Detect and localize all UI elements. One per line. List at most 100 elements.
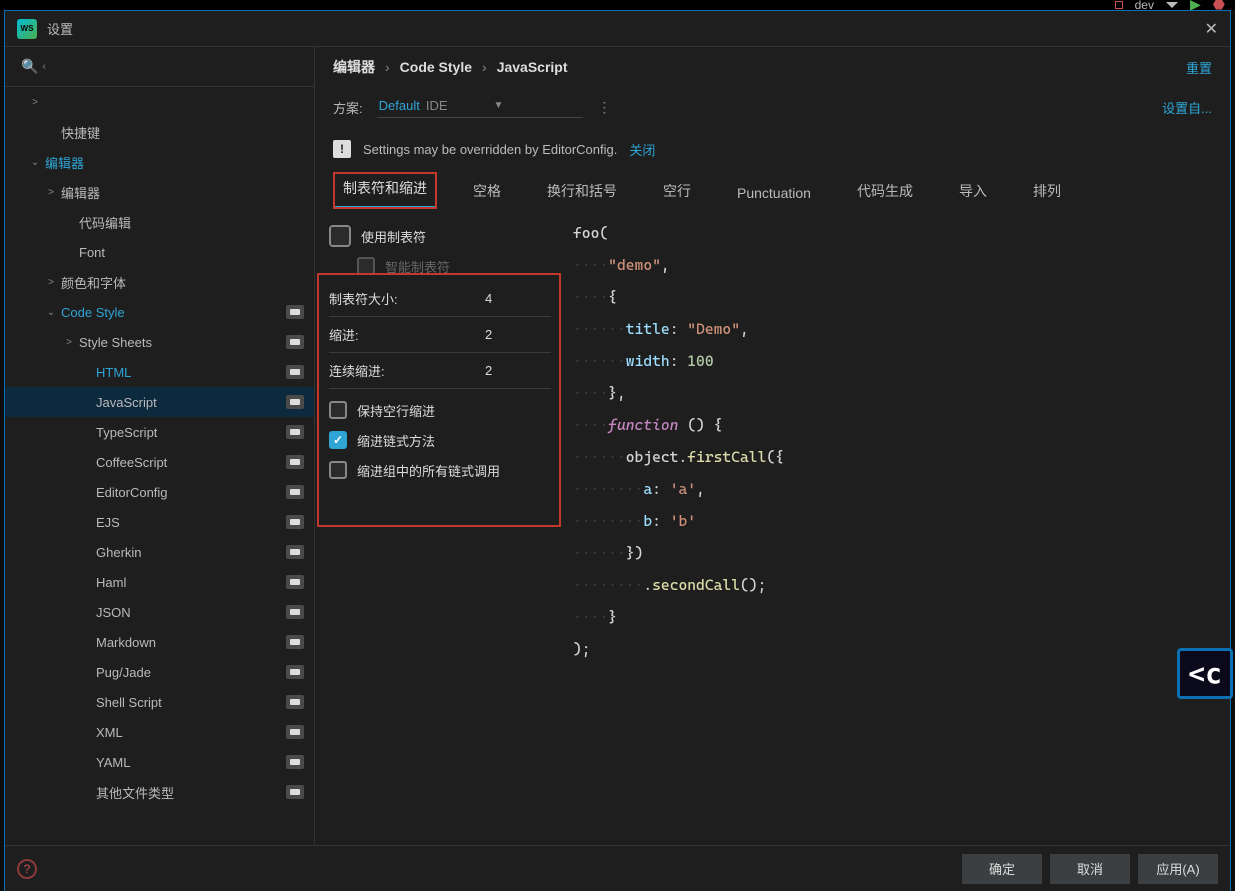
project-badge-icon (286, 485, 304, 499)
sidebar-item-label: Shell Script (96, 695, 162, 710)
chain-indent-label: 缩进链式方法 (357, 431, 435, 450)
project-badge-icon (286, 365, 304, 379)
chevron-icon: ⌄ (45, 307, 57, 318)
sidebar-item-label: EditorConfig (96, 485, 168, 500)
crumb-codestyle[interactable]: Code Style (400, 59, 472, 75)
sidebar-item[interactable]: Font (5, 237, 314, 267)
crumb-editor[interactable]: 编辑器 (333, 57, 375, 77)
tab-tabs-indents[interactable]: 制表符和缩进 (333, 172, 437, 209)
sidebar-item-label: 其他文件类型 (96, 783, 174, 802)
tab-imports[interactable]: 导入 (949, 175, 997, 209)
cont-indent-label: 连续缩进: (329, 361, 385, 380)
chain-indent-checkbox[interactable] (329, 431, 347, 449)
sidebar-item[interactable]: ⌄编辑器 (5, 147, 314, 177)
sidebar-item[interactable]: > (5, 87, 314, 117)
sidebar-item[interactable]: >Style Sheets (5, 327, 314, 357)
editorconfig-notice: ! Settings may be overridden by EditorCo… (333, 133, 1212, 165)
use-tab-checkbox[interactable] (329, 225, 351, 247)
smart-tabs-checkbox[interactable] (357, 257, 375, 275)
sidebar-item[interactable]: 其他文件类型 (5, 777, 314, 807)
sidebar-item[interactable]: XML (5, 717, 314, 747)
code-line: ······title: "Demo", (573, 313, 1222, 345)
cancel-button[interactable]: 取消 (1050, 854, 1130, 884)
sidebar-item[interactable]: ⌄ Code Style (5, 297, 314, 327)
tab-blank-lines[interactable]: 空行 (653, 175, 701, 209)
sidebar-item[interactable]: 代码编辑 (5, 207, 314, 237)
project-badge-icon (286, 425, 304, 439)
sidebar-item[interactable]: JSON (5, 597, 314, 627)
sidebar-item-label: 编辑器 (61, 183, 100, 202)
code-line: ········.secondCall(); (573, 569, 1222, 601)
tab-size-input[interactable]: 4 (481, 291, 551, 306)
sidebar-item-label: JSON (96, 605, 131, 620)
sidebar-item[interactable]: JavaScript (5, 387, 314, 417)
scheme-dropdown[interactable]: Default IDE ▼ (377, 96, 584, 118)
code-preview: foo(····"demo",····{······title: "Demo",… (565, 209, 1230, 845)
chevron-down-icon[interactable] (1166, 2, 1178, 8)
indent-input[interactable]: 2 (481, 327, 551, 342)
tab-wrapping[interactable]: 换行和括号 (537, 175, 627, 209)
help-icon[interactable]: ? (17, 859, 37, 879)
tab-spaces[interactable]: 空格 (463, 175, 511, 209)
sidebar-item[interactable]: Pug/Jade (5, 657, 314, 687)
sidebar: 🔍 ‹ > 快捷键 ⌄编辑器>编辑器代码编辑 Font >颜色和字体 ⌄ Code Styl… (5, 47, 315, 845)
project-badge-icon (286, 605, 304, 619)
code-line: ····{ (573, 281, 1222, 313)
scheme-label: 方案: (333, 98, 363, 117)
close-icon[interactable]: ✕ (1205, 19, 1218, 39)
sidebar-item[interactable]: EditorConfig (5, 477, 314, 507)
window-title: 设置 (47, 19, 73, 38)
tab-arrangement[interactable]: 排列 (1023, 175, 1071, 209)
sidebar-item-label: 快捷键 (61, 123, 100, 142)
ok-button[interactable]: 确定 (962, 854, 1042, 884)
sidebar-item[interactable]: YAML (5, 747, 314, 777)
project-badge-icon (286, 635, 304, 649)
project-badge-icon (286, 785, 304, 799)
indent-form: 使用制表符 智能制表符 制表符大小: 4 缩进: 2 (315, 209, 565, 845)
set-from-link[interactable]: 设置自... (1162, 98, 1212, 117)
keep-blank-checkbox[interactable] (329, 401, 347, 419)
crumb-sep-icon: › (482, 59, 487, 75)
sidebar-item-label: Style Sheets (79, 335, 152, 350)
sidebar-item-label: HTML (96, 365, 131, 380)
sidebar-item[interactable]: Markdown (5, 627, 314, 657)
gear-icon[interactable]: ⋮ (597, 99, 611, 116)
sidebar-item[interactable]: EJS (5, 507, 314, 537)
code-line: ····function () { (573, 409, 1222, 441)
sidebar-item-label: 颜色和字体 (61, 273, 126, 292)
sidebar-item-label: Font (79, 245, 105, 260)
project-badge-icon (286, 725, 304, 739)
code-line: foo( (573, 217, 1222, 249)
sidebar-item[interactable]: >编辑器 (5, 177, 314, 207)
breadcrumb: 编辑器 › Code Style › JavaScript 重置 (315, 47, 1230, 87)
sidebar-item[interactable]: >颜色和字体 (5, 267, 314, 297)
tab-punctuation[interactable]: Punctuation (727, 179, 821, 209)
sidebar-item[interactable]: Haml (5, 567, 314, 597)
sidebar-item[interactable]: Gherkin (5, 537, 314, 567)
search-field[interactable]: 🔍 ‹ (5, 47, 314, 87)
sidebar-item-label: 编辑器 (45, 153, 84, 172)
sidebar-item[interactable]: TypeScript (5, 417, 314, 447)
smart-tabs-label: 智能制表符 (385, 257, 450, 276)
tab-code-generation[interactable]: 代码生成 (847, 175, 923, 209)
reset-link[interactable]: 重置 (1186, 58, 1212, 77)
sidebar-item[interactable]: CoffeeScript (5, 447, 314, 477)
notice-close-link[interactable]: 关闭 (629, 140, 655, 159)
sidebar-item-label: Code Style (61, 305, 125, 320)
code-line: ········a: 'a', (573, 473, 1222, 505)
dialog-footer: ? 确定 取消 应用(A) (5, 845, 1230, 891)
project-badge-icon (286, 575, 304, 589)
project-badge-icon (286, 545, 304, 559)
sidebar-item[interactable]: HTML (5, 357, 314, 387)
sidebar-item[interactable]: Shell Script (5, 687, 314, 717)
sidebar-item-label: Haml (96, 575, 126, 590)
record-icon (1115, 1, 1123, 9)
sidebar-item[interactable]: 快捷键 (5, 117, 314, 147)
chevron-icon: > (29, 97, 41, 108)
cont-indent-input[interactable]: 2 (481, 363, 551, 378)
use-tab-label: 使用制表符 (361, 227, 426, 246)
code-line: ····} (573, 601, 1222, 633)
chain-group-checkbox[interactable] (329, 461, 347, 479)
sidebar-item-label: CoffeeScript (96, 455, 167, 470)
apply-button[interactable]: 应用(A) (1138, 854, 1218, 884)
